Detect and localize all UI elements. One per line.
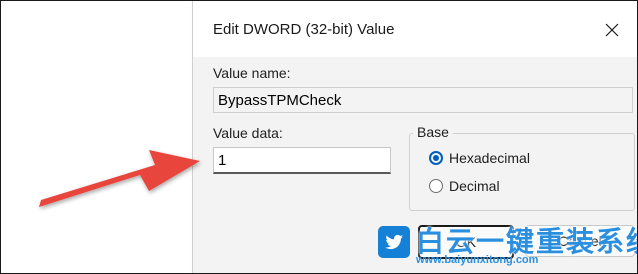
screenshot-frame: Edit DWORD (32-bit) Value Value name: Va… (0, 0, 638, 274)
watermark-url: www.baiyunxitong.com (416, 254, 539, 266)
watermark: 白云一键重装系统 www.baiyunxitong.com (374, 223, 637, 271)
twitter-bird-logo-icon (378, 226, 410, 258)
